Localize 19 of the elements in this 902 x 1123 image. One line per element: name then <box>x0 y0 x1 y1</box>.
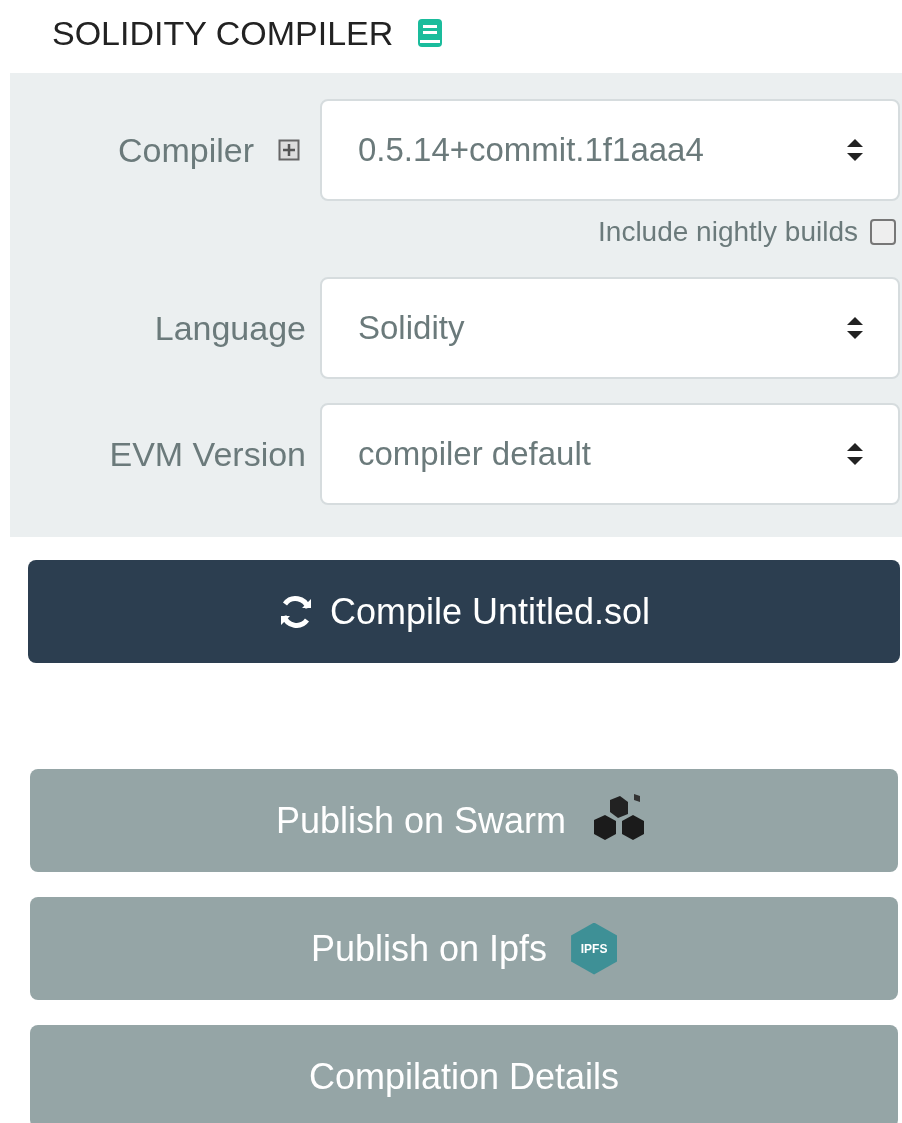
field-label: Compiler <box>117 129 254 171</box>
field-label: EVM Version <box>109 433 306 475</box>
select-field[interactable]: Solidity <box>320 277 900 379</box>
caret-icon <box>846 441 864 467</box>
publish-button[interactable]: Publish on Swarm <box>30 769 898 872</box>
checkbox-label: Include nightly builds <box>598 215 858 249</box>
select-field[interactable]: 0.5.14+commit.1f1aaa4 <box>320 99 900 201</box>
select-field[interactable]: compiler default <box>320 403 900 505</box>
field-label: Language <box>154 307 306 349</box>
plus-square-icon[interactable] <box>278 139 300 161</box>
panel-title: SOLIDITY COMPILER <box>52 12 394 54</box>
checkbox[interactable] <box>870 219 896 245</box>
compile-button[interactable]: Compile Untitled.sol <box>28 560 900 663</box>
ipfs-logo: IPFS <box>571 922 618 975</box>
caret-icon <box>846 137 864 163</box>
publish-button[interactable]: Publish on Ipfs IPFS <box>30 897 898 1000</box>
caret-icon <box>846 315 864 341</box>
publish-button[interactable]: Compilation Details <box>30 1025 898 1123</box>
book-icon <box>417 18 444 48</box>
